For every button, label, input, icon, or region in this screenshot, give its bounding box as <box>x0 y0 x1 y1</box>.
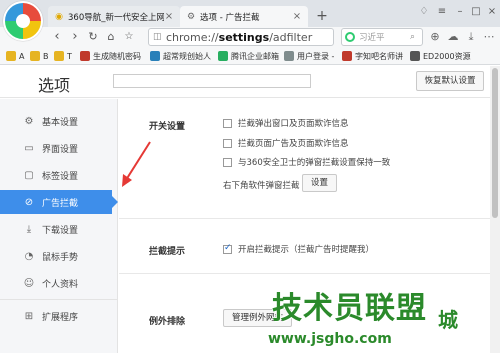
bookmark-item[interactable]: 生成随机密码 <box>80 49 141 63</box>
bookmark-favicon <box>150 51 160 61</box>
skin-icon[interactable]: ♢ <box>418 6 430 17</box>
sidebar-item-tabs[interactable]: ▢ 标签设置 <box>0 163 118 187</box>
section-title-notify: 拦截提示 <box>149 247 186 257</box>
popup-settings-button[interactable]: 设置 <box>302 174 338 192</box>
bookmark-item[interactable]: 超常规创始人 <box>150 49 211 63</box>
tab-settings[interactable]: ⚙ 选项 - 广告拦截 × <box>180 6 308 27</box>
page-scrollbar[interactable] <box>490 66 500 353</box>
sidebar-item-basic[interactable]: ⚙ 基本设置 <box>0 109 118 133</box>
checkbox[interactable] <box>223 157 232 167</box>
search-icon[interactable]: ⌕ <box>410 32 422 42</box>
tab-strip: ◉ 360导航_新一代安全上网导航 × ⚙ 选项 - 广告拦截 × + ♢ ≡ … <box>0 0 500 41</box>
bookmark-favicon <box>342 51 352 61</box>
minimize-icon[interactable]: – <box>454 6 466 17</box>
sidebar-item-adblock[interactable]: ⊘ 广告拦截 <box>0 190 118 214</box>
gear-icon: ⚙ <box>24 115 34 127</box>
bookmark-item[interactable]: A <box>6 49 24 63</box>
bookmark-favicon <box>218 51 228 61</box>
tab-title: 选项 - 广告拦截 <box>200 12 260 23</box>
option-block-popups[interactable]: 拦截弹出窗口及页面欺诈信息 <box>223 117 349 129</box>
navigation-bar: ‹ › ↻ ⌂ ☆ ◫ chrome://settings/adfilter 习… <box>0 27 500 47</box>
bookmark-item[interactable]: T <box>54 49 72 63</box>
extension-icon[interactable]: ⊕ <box>428 30 442 44</box>
checkbox[interactable] <box>223 138 232 148</box>
block-icon: ⊘ <box>24 196 34 208</box>
bookmarks-bar: A B T 生成随机密码 超常规创始人 腾讯企业邮箱 用户登录 - 字知吧名师讲… <box>0 47 500 65</box>
tab-icon: ▢ <box>24 169 34 181</box>
section-divider <box>119 218 490 219</box>
star-icon[interactable]: ☆ <box>122 29 136 45</box>
checkbox[interactable] <box>223 118 232 128</box>
user-icon: ☺ <box>23 277 35 289</box>
more-icon[interactable]: ⋯ <box>482 30 496 44</box>
url-text: chrome://settings/adfilter <box>166 30 313 44</box>
puzzle-icon: ⊞ <box>24 310 34 322</box>
folder-icon <box>30 51 40 61</box>
close-icon[interactable]: × <box>164 11 174 22</box>
download-icon[interactable]: ⤓ <box>464 30 478 44</box>
360-icon: ◉ <box>55 11 63 22</box>
cloud-icon[interactable]: ☁ <box>446 30 460 44</box>
close-icon[interactable]: × <box>292 11 302 22</box>
search-engine-icon[interactable] <box>345 32 355 42</box>
bookmark-favicon <box>410 51 420 61</box>
bookmark-item[interactable]: B <box>30 49 49 63</box>
scrollbar-thumb[interactable] <box>492 68 498 218</box>
new-tab-button[interactable]: + <box>314 8 330 24</box>
search-input[interactable]: 习近平 <box>359 31 410 43</box>
option-notify[interactable]: 开启拦截提示（拦截广告时提醒我） <box>223 243 374 255</box>
popup-block-label: 右下角软件弹窗拦截 <box>223 181 300 191</box>
page-title: 选项 <box>38 76 71 95</box>
bookmark-item[interactable]: 字知吧名师讲 <box>342 49 403 63</box>
maximize-icon[interactable]: □ <box>470 6 482 17</box>
gear-icon: ⚙ <box>186 11 196 22</box>
browser-logo-icon[interactable] <box>3 1 43 41</box>
folder-icon <box>54 51 64 61</box>
tab-360-nav[interactable]: ◉ 360导航_新一代安全上网导航 × <box>48 6 180 27</box>
reload-icon[interactable]: ↻ <box>86 29 100 45</box>
sidebar-divider <box>0 299 118 300</box>
sidebar-item-extensions[interactable]: ⊞ 扩展程序 <box>0 304 118 328</box>
folder-icon <box>6 51 16 61</box>
checkbox-checked[interactable] <box>223 243 232 254</box>
watermark-side: 城 <box>438 308 458 332</box>
option-block-ads[interactable]: 拦截页面广告及页面欺诈信息 <box>223 137 349 149</box>
section-title-exceptions: 例外排除 <box>149 317 186 327</box>
mouse-icon: ◔ <box>24 250 34 262</box>
bookmark-favicon <box>80 51 90 61</box>
watermark-url: www.jsgho.com <box>268 331 392 347</box>
window-icon: ▭ <box>24 142 34 154</box>
search-box[interactable]: 习近平 ⌕ <box>341 28 423 46</box>
sidebar-item-gesture[interactable]: ◔ 鼠标手势 <box>0 244 118 268</box>
section-title-switches: 开关设置 <box>149 122 186 132</box>
section-divider <box>119 273 490 274</box>
back-icon[interactable]: ‹ <box>50 29 64 45</box>
settings-search-input[interactable] <box>113 74 311 88</box>
home-icon[interactable]: ⌂ <box>104 29 118 45</box>
forward-icon[interactable]: › <box>68 29 82 45</box>
tab-title: 360导航_新一代安全上网导航 <box>68 12 164 23</box>
option-sync-360[interactable]: 与360安全卫士的弹窗拦截设置保持一致 <box>223 156 390 168</box>
sidebar-item-download[interactable]: ⤓ 下载设置 <box>0 217 118 241</box>
bookmark-item[interactable]: 用户登录 - <box>284 49 334 63</box>
sidebar-item-profile[interactable]: ☺ 个人资料 <box>0 271 118 295</box>
menu-icon[interactable]: ≡ <box>436 6 448 17</box>
bookmark-item[interactable]: ED2000资源 <box>410 49 471 63</box>
sidebar-item-interface[interactable]: ▭ 界面设置 <box>0 136 118 160</box>
page-info-icon[interactable]: ◫ <box>153 32 163 42</box>
watermark-text: 技术员联盟 <box>272 291 427 326</box>
bookmark-favicon <box>284 51 294 61</box>
page-header: 选项 恢复默认设置 <box>0 66 490 98</box>
settings-sidebar: ⚙ 基本设置 ▭ 界面设置 ▢ 标签设置 ⊘ 广告拦截 ⤓ 下载设置 ◔ 鼠标手势 ☺ 个人资… <box>0 99 118 353</box>
address-bar[interactable]: ◫ chrome://settings/adfilter <box>148 28 334 46</box>
download-icon: ⤓ <box>26 223 32 235</box>
window-close-icon[interactable]: × <box>486 6 498 17</box>
bookmark-item[interactable]: 腾讯企业邮箱 <box>218 49 279 63</box>
reset-defaults-button[interactable]: 恢复默认设置 <box>416 71 484 91</box>
